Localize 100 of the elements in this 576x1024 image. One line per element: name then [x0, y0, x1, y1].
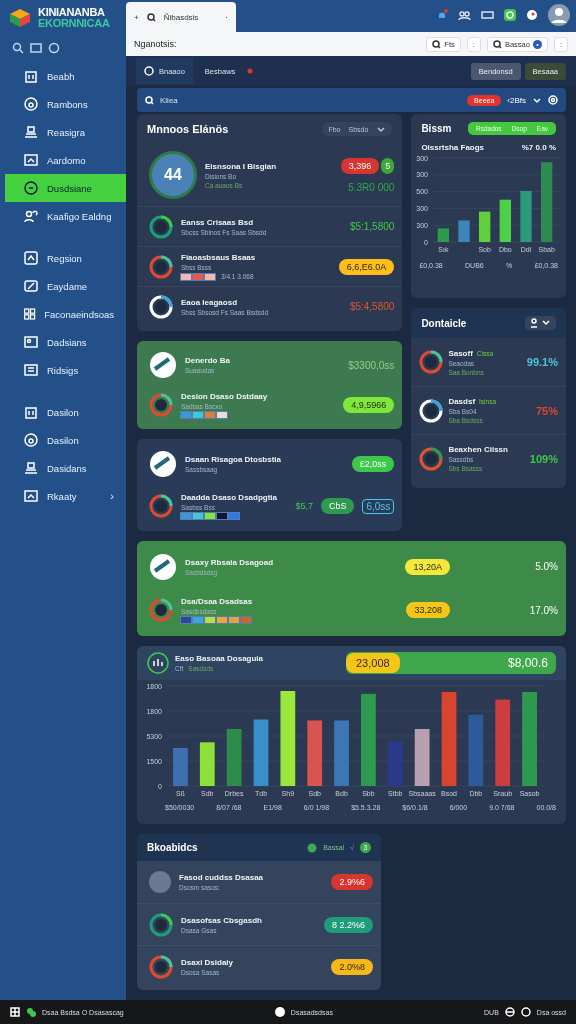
value-badge: 2.9%6	[331, 874, 373, 890]
sidebar-item[interactable]: Dusdsiane	[5, 174, 126, 202]
value-badge: 13,20A	[405, 558, 450, 575]
row-title: Dsasofsas Cbsgasdh	[181, 915, 262, 925]
chart-bar	[458, 220, 471, 242]
chart-bar	[500, 199, 512, 242]
sidebar-label: Kaafigo Ealdng	[47, 210, 112, 222]
percent-text: 75%	[535, 404, 558, 417]
card-title: Easo Basoaa Dosaguia	[175, 654, 264, 663]
sidebar-item[interactable]: Dadsians	[5, 328, 126, 356]
chart-bar	[253, 719, 269, 786]
sidebar-item[interactable]: Rkaaty ›	[5, 482, 126, 510]
row-title: Eanss Crisaas Bsd	[181, 217, 254, 227]
chart-bar	[226, 729, 242, 786]
sidebar-item[interactable]: Eaydame	[5, 272, 126, 300]
ring-icon	[419, 350, 444, 374]
building-icon	[23, 404, 39, 420]
chevron-icon	[532, 96, 542, 104]
card-title: Bissm	[421, 123, 452, 134]
globe-icon	[504, 1007, 515, 1017]
power-icon	[520, 1007, 531, 1017]
sidebar-label: Dasilon	[47, 434, 79, 446]
sidebar-label: Rkaaty	[47, 490, 77, 502]
value-badge: CbS	[320, 498, 355, 514]
frame-icon	[23, 250, 39, 266]
cube-logo-icon	[8, 6, 32, 30]
people-icon	[458, 9, 471, 21]
chevron-icon	[376, 125, 387, 133]
pin-icon	[526, 9, 538, 21]
search-icon	[432, 39, 442, 49]
value-badge: 33,208	[406, 602, 450, 619]
row-title: Sasoff	[448, 348, 473, 358]
sidebar-item[interactable]: Dasilon	[5, 398, 126, 426]
ring-icon	[149, 294, 173, 319]
row-title: Eaoa Ieagaosd	[181, 297, 238, 307]
sidebar-item[interactable]: Dasilon	[5, 426, 126, 454]
sidebar-item[interactable]: Faconaeindsoas	[5, 300, 126, 328]
row-title: Dsaxi Dsidaiy	[181, 957, 234, 967]
amount-text: 5.3R0 000	[348, 181, 395, 193]
value-badge: 2.0%8	[331, 958, 373, 975]
ring-icon	[149, 912, 173, 937]
logo-subtitle: EKORNNICAA	[38, 18, 110, 29]
amount-text: $5:1,5800	[349, 221, 395, 232]
ring-icon	[149, 954, 173, 979]
sidebar-label: Reasigra	[47, 126, 86, 138]
sidebar-label: Dadsians	[47, 336, 87, 348]
logo-circle-icon	[149, 351, 177, 379]
avatar-circle: 44	[149, 151, 197, 199]
chart-bar	[173, 748, 188, 786]
card-title: Bkoabidcs	[147, 842, 198, 853]
row-title: Dsaxy Rbsaia Dsagoad	[185, 557, 274, 567]
amount-text: $5,7	[295, 501, 313, 511]
new-tab-icon: +	[134, 12, 139, 22]
chart-logo-icon	[147, 652, 169, 674]
row-title: Fiaoasbsaus Bsaas	[181, 253, 256, 262]
row-title: Eisnsona I Bisgian	[205, 161, 277, 171]
ring-icon	[149, 254, 173, 279]
circle-icon	[48, 42, 60, 54]
browser-tab[interactable]: + Ñibasdsis ·	[126, 2, 236, 32]
close-icon: ·	[225, 12, 228, 22]
sidebar-item[interactable]: Kaafigo Ealdng	[5, 202, 126, 230]
sidebar-item[interactable]: Ridsigs	[5, 356, 126, 384]
pencil-icon	[23, 278, 39, 294]
sidebar-item[interactable]: Dasidans	[5, 454, 126, 482]
sidebar-item[interactable]: Beabh	[5, 62, 126, 90]
value-badge: 23,008	[346, 653, 400, 673]
chart-bar	[468, 714, 484, 786]
clover-icon	[26, 1007, 36, 1017]
sidebar-item[interactable]: Reasigra	[5, 118, 126, 146]
chart-bar	[199, 742, 215, 786]
sidebar-item[interactable]: Regsion	[5, 244, 126, 272]
card-title: Mnnoos Elánös	[147, 123, 229, 135]
row-title: Denerdo Ba	[185, 356, 230, 365]
bell-icon	[436, 9, 448, 21]
percent-text: %7 0.0 %	[521, 143, 556, 152]
row-title: Dsaan Risagoa Dtosbstia	[185, 455, 282, 464]
value-badge: 3,396	[340, 157, 380, 174]
chart-bar	[387, 741, 403, 786]
chevron-icon: ›	[110, 490, 114, 502]
percent-text: 6,0ss	[362, 498, 395, 514]
sidebar-label: Aardomo	[47, 154, 86, 166]
percent-text: 109%	[529, 452, 558, 465]
sidebar-item[interactable]: Rambons	[5, 90, 126, 118]
settings-icon	[548, 95, 558, 105]
value-badge: 8 2.2%6	[323, 916, 373, 933]
chart-bar	[414, 729, 430, 786]
ring-icon	[149, 214, 173, 239]
dropdown-button[interactable]	[525, 316, 556, 330]
chart-bar	[307, 720, 323, 786]
count-badge: 5	[381, 157, 395, 174]
card-title: Dontaicle	[421, 317, 467, 329]
list-icon	[23, 362, 39, 378]
sidebar-label: Regsion	[47, 252, 82, 264]
avatar-circle	[149, 871, 171, 893]
chart-subtitle: Oissrtsha Faogs	[421, 143, 485, 152]
grid-icon	[23, 306, 37, 322]
value-badge: 6,6,E6.0A	[338, 258, 395, 275]
logo-circle-icon	[149, 552, 177, 581]
row-title: Fasod cuddss Dsasaa	[179, 873, 264, 882]
sidebar-item[interactable]: Aardomo	[5, 146, 126, 174]
